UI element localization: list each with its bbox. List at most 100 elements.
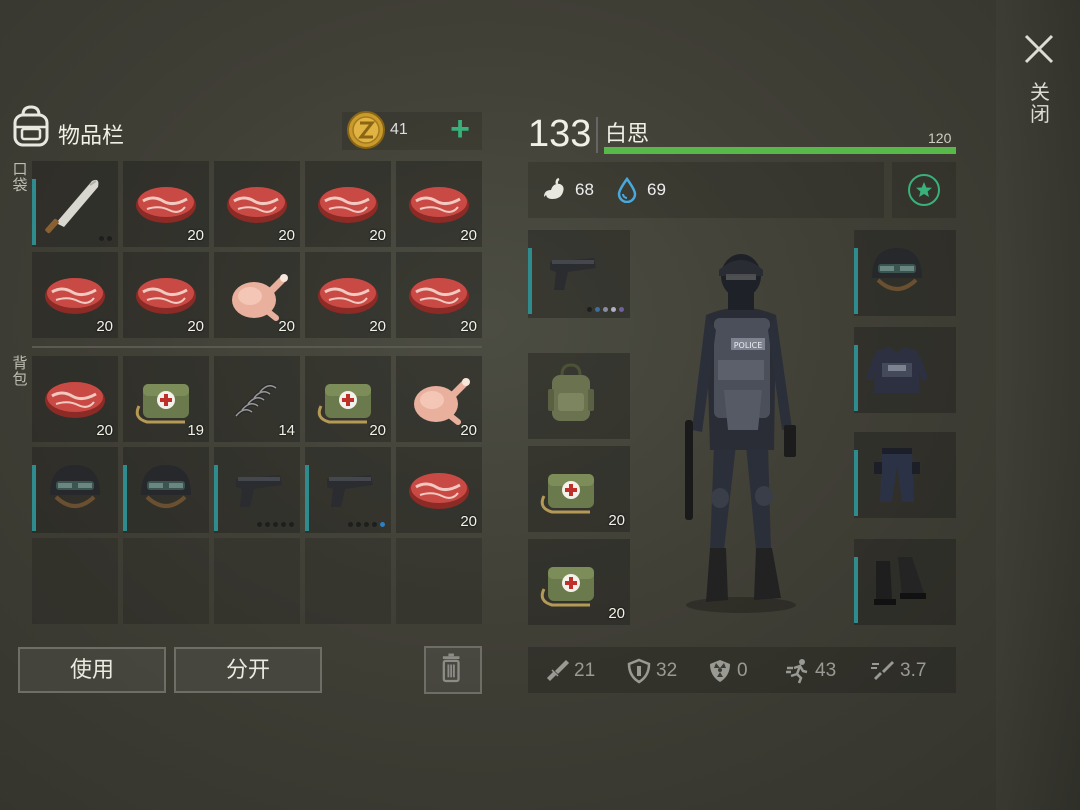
rarity-dots bbox=[257, 522, 294, 527]
pocket-slot[interactable]: 20 bbox=[305, 252, 391, 338]
stomach-icon bbox=[544, 177, 564, 199]
rarity-dot bbox=[603, 307, 608, 312]
backpack-slot[interactable]: 20 bbox=[396, 447, 482, 533]
empty-slot[interactable] bbox=[32, 538, 118, 624]
armor-slot-pants[interactable] bbox=[854, 432, 956, 518]
stat-radiation: 0 bbox=[707, 658, 748, 684]
sword-icon bbox=[546, 659, 570, 682]
backpack-slot[interactable] bbox=[214, 447, 300, 533]
trash-button[interactable] bbox=[424, 646, 482, 694]
item-quantity: 20 bbox=[96, 318, 113, 335]
pocket-slot[interactable]: 20 bbox=[123, 252, 209, 338]
backpack-slot[interactable] bbox=[305, 447, 391, 533]
favorite-panel bbox=[892, 162, 956, 218]
rarity-dot bbox=[348, 522, 353, 527]
inventory-title: 物品栏 bbox=[58, 123, 125, 148]
armor-slot-vest[interactable] bbox=[854, 327, 956, 413]
item-quantity: 20 bbox=[369, 227, 386, 244]
stat-attack-speed-value: 3.7 bbox=[900, 660, 927, 681]
fast-sword-icon bbox=[871, 661, 894, 680]
medkit-icon bbox=[540, 474, 594, 514]
rarity-dot bbox=[265, 522, 270, 527]
close-icon[interactable] bbox=[1022, 32, 1056, 66]
rarity-dot bbox=[364, 522, 369, 527]
backpack-slot[interactable]: 20 bbox=[396, 356, 482, 442]
rarity-dots bbox=[99, 236, 112, 241]
item-quantity: 20 bbox=[608, 512, 625, 529]
item-quantity: 20 bbox=[460, 227, 477, 244]
item-quantity: 20 bbox=[278, 318, 295, 335]
backpack-slot[interactable] bbox=[123, 447, 209, 533]
pocket-slot[interactable]: 20 bbox=[32, 252, 118, 338]
pistol-icon bbox=[327, 475, 373, 507]
backpack-icon bbox=[13, 105, 49, 147]
close-label[interactable]: 关闭 bbox=[1028, 82, 1052, 126]
rarity-dot bbox=[356, 522, 361, 527]
radiation-shield-icon bbox=[710, 660, 730, 682]
stat-speed: 43 bbox=[785, 658, 836, 684]
character-level: 133 bbox=[528, 113, 592, 155]
stat-attack-value: 21 bbox=[574, 660, 596, 681]
rarity-dots bbox=[348, 522, 385, 527]
stat-attack: 21 bbox=[544, 658, 595, 684]
level-separator bbox=[596, 117, 598, 153]
item-quantity: 20 bbox=[278, 227, 295, 244]
pocket-slot[interactable]: 20 bbox=[214, 252, 300, 338]
empty-slot[interactable] bbox=[305, 538, 391, 624]
rarity-dot bbox=[595, 307, 600, 312]
hp-bar-fill bbox=[604, 147, 956, 154]
coin-count: 41 bbox=[390, 121, 408, 138]
pistol-icon bbox=[236, 475, 282, 507]
rarity-dot bbox=[273, 522, 278, 527]
rarity-dot bbox=[587, 307, 592, 312]
rarity-dot bbox=[289, 522, 294, 527]
stat-attack-speed: 3.7 bbox=[870, 658, 926, 684]
item-quantity: 20 bbox=[608, 605, 625, 622]
medkit-icon bbox=[540, 567, 594, 607]
equip-slot-pistol[interactable] bbox=[528, 230, 630, 318]
empty-slot[interactable] bbox=[214, 538, 300, 624]
backpack-slot[interactable] bbox=[32, 447, 118, 533]
section-divider bbox=[32, 346, 482, 348]
item-quantity: 19 bbox=[187, 422, 204, 439]
rarity-dot bbox=[611, 307, 616, 312]
equip-slot-medkit[interactable]: 20 bbox=[528, 446, 630, 532]
hp-bar bbox=[604, 147, 956, 154]
helmet-icon bbox=[872, 248, 922, 291]
item-quantity: 14 bbox=[278, 422, 295, 439]
backpack-slot[interactable]: 20 bbox=[305, 356, 391, 442]
equip-slot-medkit[interactable]: 20 bbox=[528, 539, 630, 625]
backpack-slot[interactable]: 20 bbox=[32, 356, 118, 442]
backpack-slot[interactable]: 19 bbox=[123, 356, 209, 442]
pocket-slot[interactable]: 20 bbox=[305, 161, 391, 247]
backpack-label: 背包 bbox=[12, 355, 28, 388]
pocket-slot[interactable]: 20 bbox=[396, 252, 482, 338]
thirst-value: 69 bbox=[647, 180, 666, 199]
split-button[interactable]: 分开 bbox=[174, 647, 322, 693]
rarity-dot bbox=[380, 522, 385, 527]
add-coins-button[interactable]: + bbox=[445, 112, 475, 146]
armor-slot-helmet[interactable] bbox=[854, 230, 956, 316]
rarity-dot bbox=[99, 236, 104, 241]
hp-max: 120 bbox=[928, 130, 952, 146]
helmet-icon bbox=[50, 465, 100, 508]
hunger-value: 68 bbox=[575, 180, 594, 199]
pocket-slot[interactable]: 20 bbox=[123, 161, 209, 247]
rarity-dot bbox=[619, 307, 624, 312]
equip-slot-backpack[interactable] bbox=[528, 353, 630, 439]
helmet-icon bbox=[141, 465, 191, 508]
use-button[interactable]: 使用 bbox=[18, 647, 166, 693]
character-name: 白思 bbox=[605, 121, 650, 146]
empty-slot[interactable] bbox=[123, 538, 209, 624]
pocket-slot[interactable]: 20 bbox=[396, 161, 482, 247]
pocket-slot[interactable]: 20 bbox=[214, 161, 300, 247]
pocket-slot[interactable] bbox=[32, 161, 118, 247]
armor-slot-boots[interactable] bbox=[854, 539, 956, 625]
empty-slot[interactable] bbox=[396, 538, 482, 624]
item-quantity: 20 bbox=[96, 422, 113, 439]
star-icon[interactable] bbox=[907, 173, 941, 207]
backpack-slot[interactable]: 14 bbox=[214, 356, 300, 442]
item-quantity: 20 bbox=[369, 422, 386, 439]
boots-icon bbox=[874, 557, 926, 605]
stat-defense: 32 bbox=[626, 658, 677, 684]
